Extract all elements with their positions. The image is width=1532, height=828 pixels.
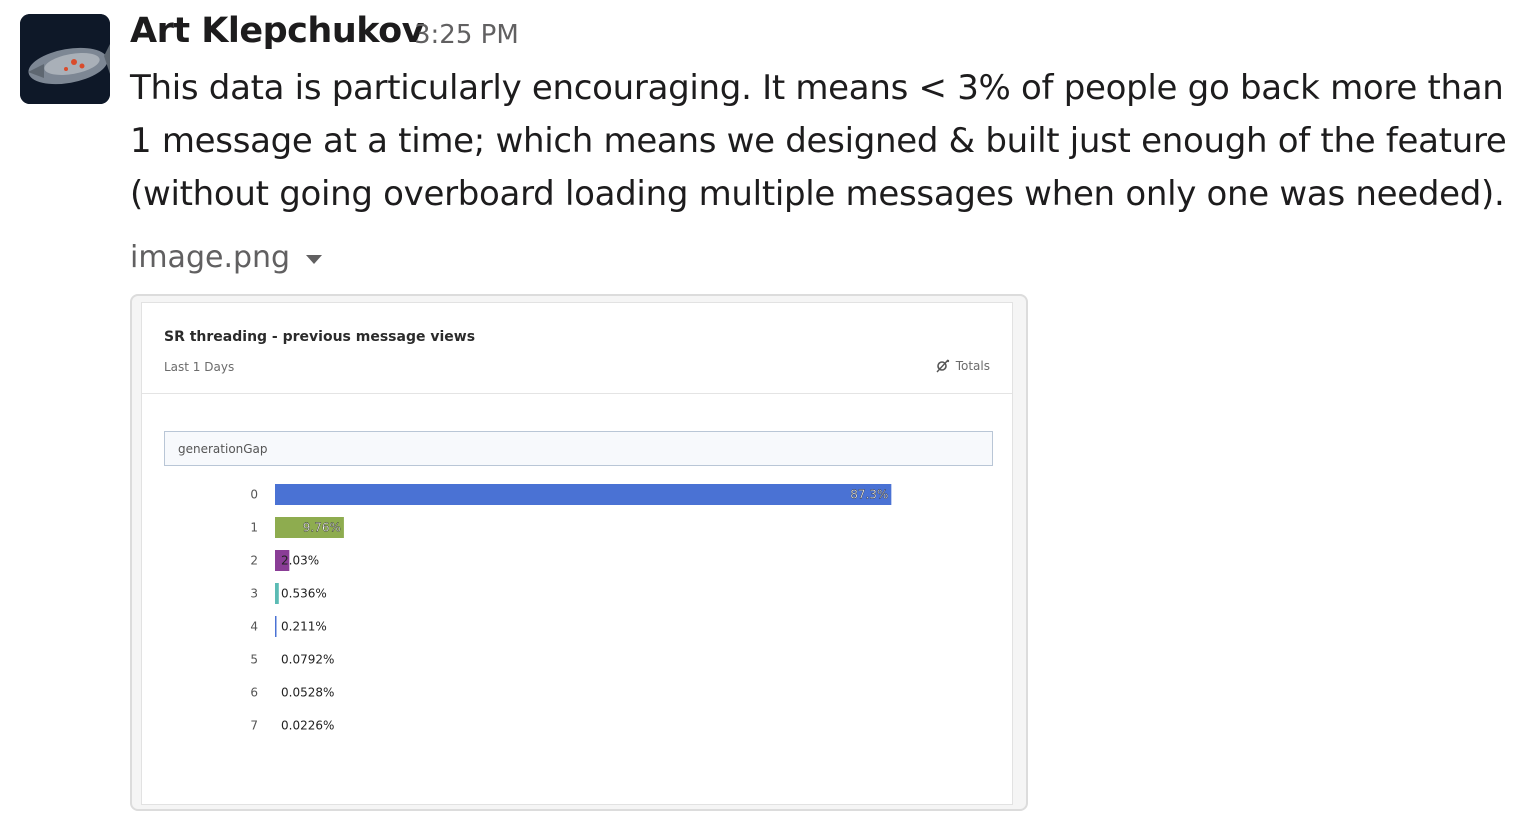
bar-value-label: 2.03% bbox=[281, 554, 319, 568]
bar-value-label: 0.536% bbox=[281, 587, 327, 601]
category-tick-label: 6 bbox=[250, 686, 258, 700]
bar-value-label: 0.211% bbox=[281, 620, 327, 634]
chevron-down-icon[interactable] bbox=[306, 255, 323, 264]
bar-value-label: 87.3% bbox=[850, 488, 888, 502]
bar-value-label: 0.0792% bbox=[281, 653, 334, 667]
bar-value-label: 0.0226% bbox=[281, 719, 334, 733]
bar-value-label: 9.76% bbox=[303, 521, 341, 535]
image-preview[interactable]: SR threading - previous message views La… bbox=[130, 294, 1028, 811]
message-body: This data is particularly encouraging. I… bbox=[130, 68, 1507, 214]
attachment-header: image.png bbox=[130, 240, 323, 275]
attachment-filename[interactable]: image.png bbox=[130, 240, 290, 275]
chart-bar[interactable] bbox=[275, 616, 277, 637]
category-tick-label: 0 bbox=[250, 488, 258, 502]
bar-chart: 0 87.3% 1 9.76% 2 2.03% 3 0.536% 4 0.211% 5 0.0792%… bbox=[250, 484, 892, 733]
report-card: SR threading - previous message views La… bbox=[141, 302, 1013, 805]
sender-name[interactable]: Art Klepchukov bbox=[130, 11, 424, 51]
category-tick-label: 7 bbox=[250, 719, 258, 733]
category-tick-label: 5 bbox=[250, 653, 258, 667]
user-avatar[interactable] bbox=[20, 14, 110, 104]
category-tick-label: 4 bbox=[250, 620, 258, 634]
bar-value-label: 0.0528% bbox=[281, 686, 334, 700]
chart-bar[interactable] bbox=[275, 583, 279, 604]
category-tick-label: 1 bbox=[250, 521, 258, 535]
fish-icon bbox=[20, 14, 110, 104]
message-timestamp[interactable]: 3:25 PM bbox=[414, 20, 519, 50]
chart-bar[interactable] bbox=[275, 484, 892, 505]
category-tick-label: 3 bbox=[250, 587, 258, 601]
category-tick-label: 2 bbox=[250, 554, 258, 568]
